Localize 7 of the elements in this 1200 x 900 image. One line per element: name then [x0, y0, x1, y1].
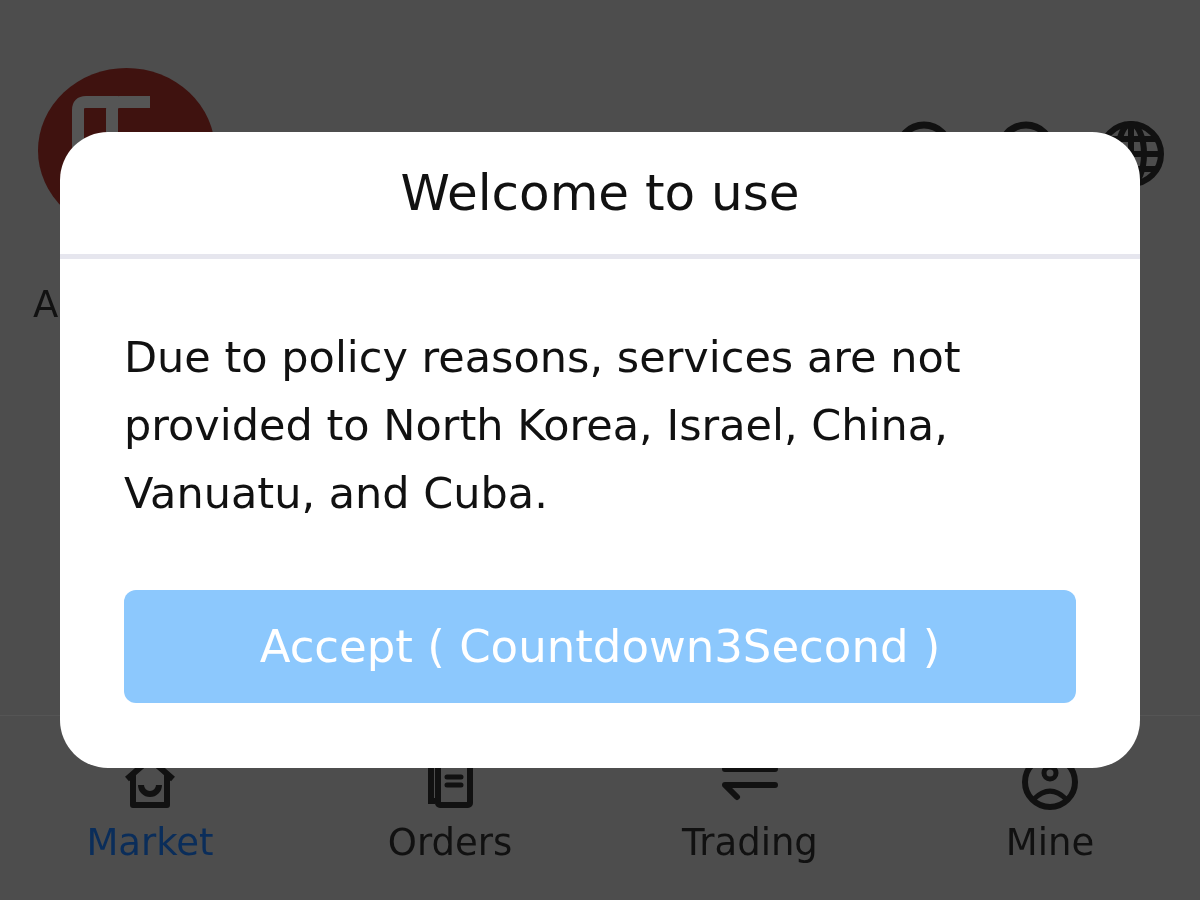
dialog-message: Due to policy reasons, services are not provided to North Korea, Israel, China, Vanuatu, and Cuba. — [124, 331, 962, 520]
dialog-title: Welcome to use — [400, 163, 800, 223]
section-title: A — [33, 283, 59, 326]
nav-tab[interactable]: Orders — [387, 820, 513, 866]
nav-tab[interactable]: Trading — [682, 820, 818, 866]
nav-tab[interactable]: Market — [86, 820, 214, 866]
nav-tab[interactable]: Mine — [1005, 820, 1095, 866]
